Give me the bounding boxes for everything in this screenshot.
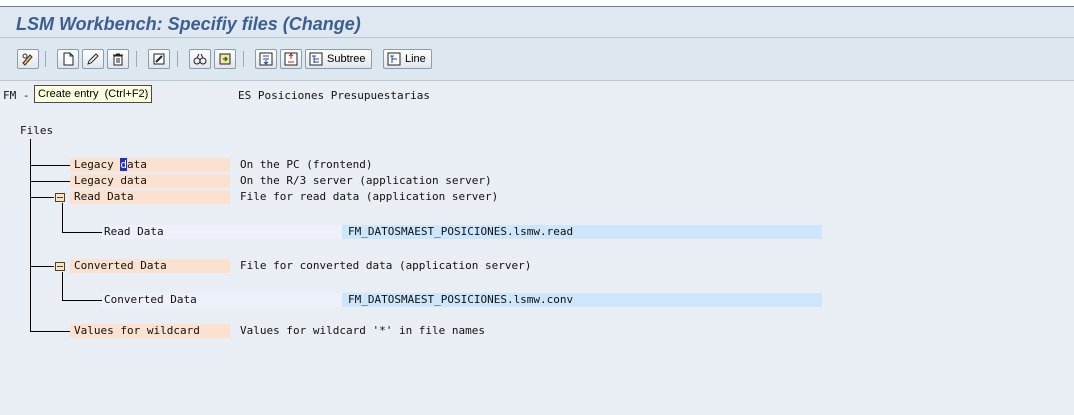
text-cursor: d [120, 158, 127, 171]
edit-note-icon [153, 53, 165, 65]
tree-connector [30, 266, 54, 267]
tooltip: Create entry (Ctrl+F2) [34, 85, 153, 103]
window-top-border [0, 0, 1074, 7]
change-entry-button[interactable] [82, 49, 104, 69]
line-button-label: Line [405, 53, 426, 65]
tree-root-label: Files [20, 124, 54, 137]
title-bar: LSM Workbench: Specifiy files (Change) [0, 7, 1074, 38]
delete-entry-button[interactable] [107, 49, 129, 69]
tree-connector [62, 272, 63, 300]
tree-connector [62, 300, 102, 301]
tree-node-label-part: Legacy [74, 158, 121, 171]
main-content [0, 80, 1074, 415]
toolbar-separator [45, 51, 46, 67]
file-field-value: FM_DATOSMAEST_POSICIONES.lsmw.read [348, 225, 574, 238]
tree-connector [62, 232, 102, 233]
collapse-all-icon [284, 52, 298, 66]
display-change-button[interactable] [17, 49, 39, 69]
tree-node-label: Values for wildcard [74, 324, 200, 337]
subtree-icon [309, 52, 323, 66]
tree-node-description: Values for wildcard '*' in file names [240, 324, 486, 337]
file-field-label: Read Data [104, 225, 164, 238]
tree-node-description: File for converted data (application ser… [240, 259, 532, 272]
create-entry-button[interactable] [57, 49, 79, 69]
trash-icon [113, 53, 123, 66]
edit-settings-button[interactable] [148, 49, 170, 69]
tree-node-label: Read Data [74, 190, 134, 203]
tree-connector [30, 181, 70, 182]
tree-node-label: Converted Data [74, 259, 167, 272]
expand-subtree-button[interactable]: Subtree [305, 49, 372, 69]
expand-all-button[interactable] [255, 49, 277, 69]
collapse-all-button[interactable] [280, 49, 302, 69]
find-next-icon [219, 53, 231, 65]
file-field-label: Converted Data [104, 293, 197, 306]
tree-node-label-part: ata [126, 158, 147, 171]
tree-connector [30, 165, 70, 166]
tree-connector [62, 203, 63, 232]
toolbar-separator [243, 51, 244, 67]
header-text: ES Posiciones Presupuestarias [238, 89, 431, 102]
file-field-value: FM_DATOSMAEST_POSICIONES.lsmw.conv [348, 293, 574, 306]
tree-connector [30, 197, 54, 198]
expand-all-icon [259, 52, 273, 66]
page-title: LSM Workbench: Specifiy files (Change) [16, 14, 361, 34]
subtree-button-label: Subtree [327, 53, 366, 65]
line-icon [387, 52, 401, 66]
pencil-glasses-icon [22, 53, 33, 66]
tree-node-label: Legacy data [74, 158, 147, 171]
tree-node-description: On the PC (frontend) [240, 158, 373, 171]
folder-open-icon[interactable] [55, 262, 65, 271]
new-document-icon [63, 52, 74, 66]
tree-connector [30, 139, 31, 331]
application-toolbar: Subtree Line [0, 43, 1074, 73]
find-next-button[interactable] [214, 49, 236, 69]
binoculars-icon [193, 53, 207, 65]
tree-connector [30, 331, 70, 332]
tree-node-description: File for read data (application server) [240, 190, 499, 203]
line-button[interactable]: Line [383, 49, 432, 69]
folder-open-icon[interactable] [55, 193, 65, 202]
pencil-icon [87, 53, 99, 65]
find-button[interactable] [189, 49, 211, 69]
toolbar-separator [177, 51, 178, 67]
toolbar-separator [136, 51, 137, 67]
tree-node-description: On the R/3 server (application server) [240, 174, 492, 187]
tree-node-label: Legacy data [74, 174, 147, 187]
